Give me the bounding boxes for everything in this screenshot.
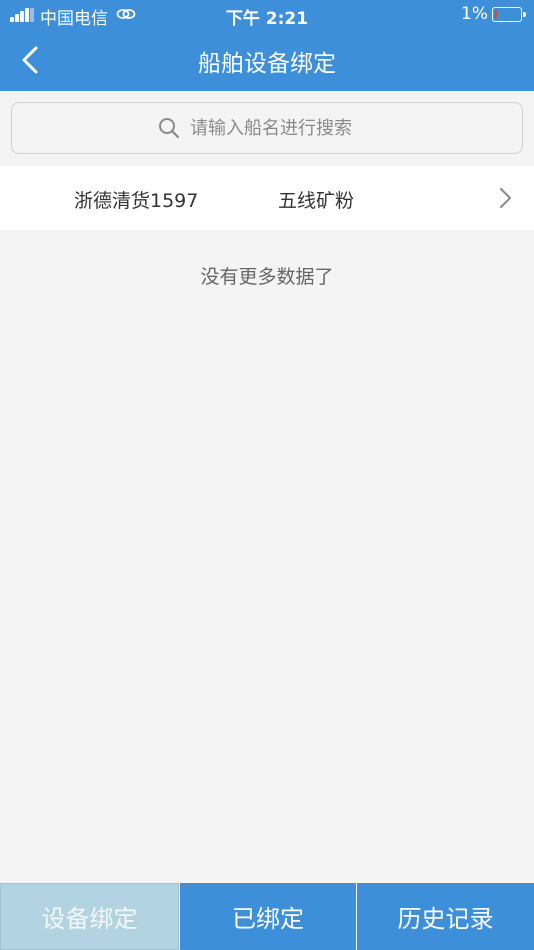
battery-percent: 1% xyxy=(461,4,488,24)
search-input[interactable] xyxy=(190,111,510,145)
nav-bar: 船舶设备绑定 xyxy=(0,30,534,91)
page-title: 船舶设备绑定 xyxy=(198,51,336,77)
status-time: 下午 2:21 xyxy=(225,9,309,29)
chevron-right-icon xyxy=(500,188,511,208)
ship-name: 浙德清货1597 xyxy=(74,190,199,212)
battery-icon xyxy=(492,7,526,22)
tab-history[interactable]: 历史记录 xyxy=(357,883,534,950)
status-bar: 中国电信 下午 2:21 1% xyxy=(0,0,534,30)
bottom-tab-bar: 设备绑定 已绑定 历史记录 xyxy=(0,883,534,950)
tab-bound[interactable]: 已绑定 xyxy=(180,883,356,950)
ship-list-item[interactable]: 浙德清货1597 五线矿粉 xyxy=(0,166,534,230)
search-icon xyxy=(159,118,180,139)
list-end-message: 没有更多数据了 xyxy=(200,266,334,288)
search-box[interactable] xyxy=(11,102,523,154)
tab-device-binding[interactable]: 设备绑定 xyxy=(0,883,179,950)
ship-cargo: 五线矿粉 xyxy=(278,190,355,212)
app-header: 中国电信 下午 2:21 1% 船舶设备绑定 xyxy=(0,0,534,91)
